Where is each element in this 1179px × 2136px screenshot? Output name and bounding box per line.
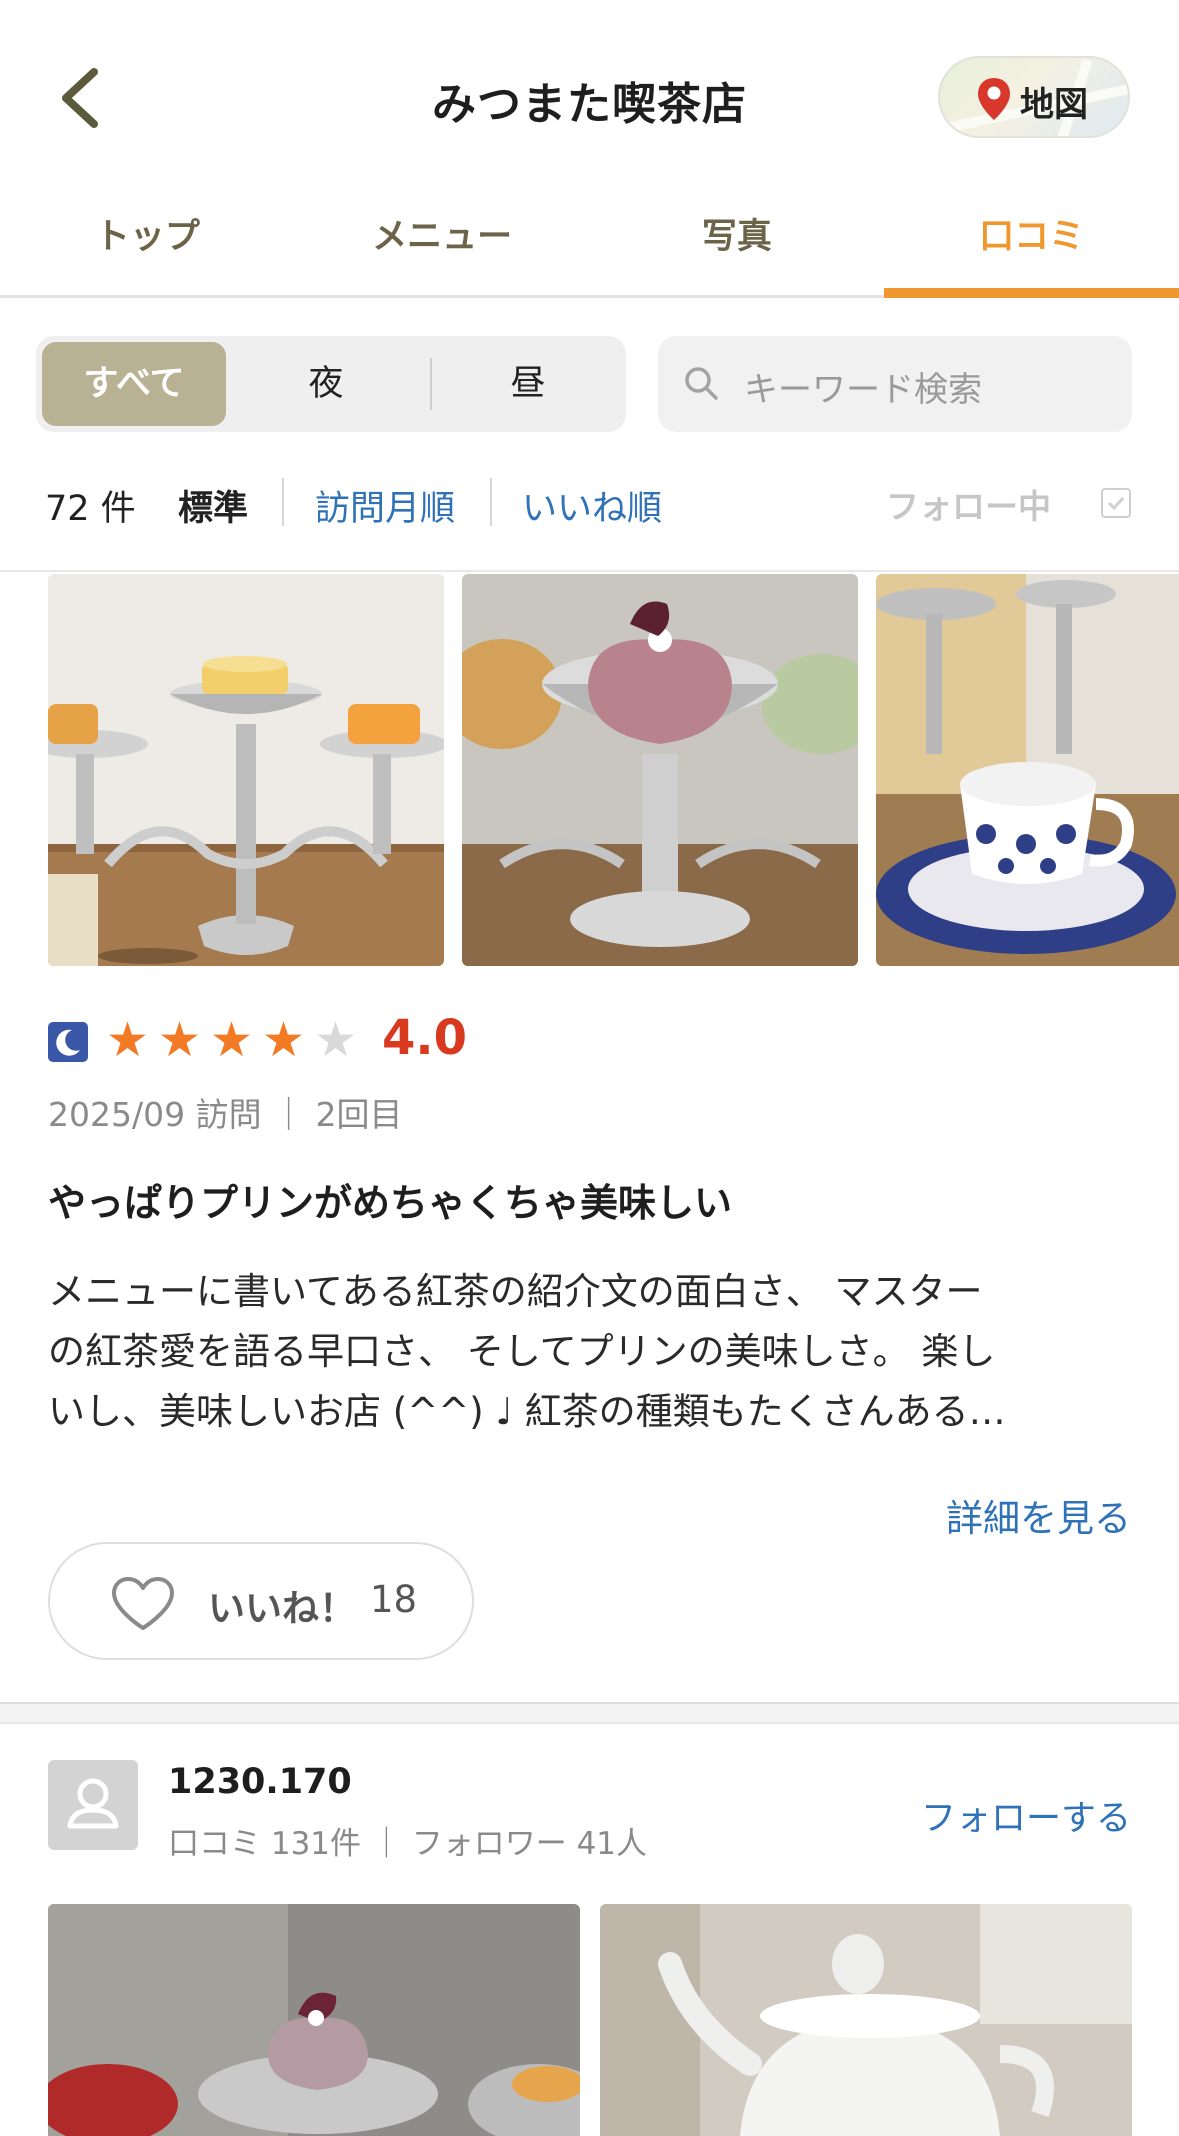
reviewer-meta: 口コミ 131件 ｜ フォロワー 41人: [168, 1826, 648, 1862]
following-filter-label[interactable]: フォロー中: [886, 480, 1051, 528]
sort-standard[interactable]: 標準: [178, 480, 248, 531]
tab-reviews[interactable]: 口コミ: [884, 180, 1179, 298]
review-photo-2[interactable]: [462, 574, 858, 966]
review-photo-5[interactable]: [600, 1904, 1132, 2136]
user-icon: [67, 1778, 119, 1829]
review-body-line: いし、美味しいお店 (^^) ♩ 紅茶の種類もたくさんある…: [48, 1390, 1006, 1433]
avatar[interactable]: [48, 1760, 138, 1850]
review-body-line: の紅茶愛を語る早口さ、 そしてプリンの美味しさ。 楽し: [48, 1330, 996, 1373]
sort-likes[interactable]: いいね順: [522, 480, 662, 531]
time-filter-segmented: すべて 夜 昼: [36, 336, 626, 432]
review-body[interactable]: メニューに書いてある紅茶の紹介文の面白さ、 マスター の紅茶愛を語る早口さ、 そ…: [48, 1262, 1133, 1442]
segment-divider: [430, 358, 432, 410]
review-body-line: メニューに書いてある紅茶の紹介文の面白さ、 マスター: [48, 1270, 983, 1313]
header: みつまた喫茶店 地図: [0, 0, 1179, 180]
review-count: 72 件: [45, 489, 136, 529]
moon-icon: [48, 1022, 88, 1062]
map-pin-icon: [978, 78, 1010, 120]
segment-day[interactable]: 昼: [436, 342, 620, 426]
tab-bar: トップ メニュー 写真 口コミ: [0, 180, 1179, 298]
like-button[interactable]: いいね！ 18: [48, 1542, 474, 1660]
like-count: 18: [370, 1578, 418, 1621]
divider: [0, 570, 1179, 572]
map-button[interactable]: 地図: [938, 56, 1130, 138]
view-details-link[interactable]: 詳細を見る: [946, 1488, 1131, 1542]
sort-divider: [490, 478, 492, 526]
follow-button[interactable]: フォローする: [921, 1790, 1131, 1841]
sort-divider: [282, 478, 284, 526]
like-label: いいね！: [208, 1587, 356, 1630]
tab-photos[interactable]: 写真: [590, 180, 885, 295]
keyword-search-input[interactable]: キーワード検索: [658, 336, 1132, 432]
heart-icon: [112, 1577, 174, 1630]
star-filled-icon: ★: [106, 1012, 150, 1068]
segment-all[interactable]: すべて: [42, 342, 226, 426]
star-filled-icon: ★: [158, 1012, 202, 1068]
check-icon: [1107, 496, 1125, 511]
segment-night[interactable]: 夜: [232, 342, 420, 426]
search-icon: [685, 367, 718, 400]
visit-info: 2025/09 訪問 ｜ 2回目: [48, 1095, 403, 1134]
tab-top[interactable]: トップ: [0, 180, 295, 295]
review-title[interactable]: やっぱりプリンがめちゃくちゃ美味しい: [48, 1172, 732, 1227]
review-photo-1[interactable]: [48, 574, 444, 966]
star-filled-icon: ★: [262, 1012, 306, 1068]
reviewer-name[interactable]: 1230.170: [168, 1762, 352, 1802]
tab-menu[interactable]: メニュー: [295, 180, 590, 295]
review-photo-3[interactable]: [876, 574, 1179, 966]
sort-row: 72 件 標準 訪問月順 いいね順 フォロー中: [0, 474, 1179, 574]
section-separator: [0, 1702, 1179, 1724]
rating-score: 4.0: [382, 1010, 468, 1066]
map-label: 地図: [1020, 85, 1088, 125]
search-placeholder: キーワード検索: [744, 370, 982, 410]
sort-visit-month[interactable]: 訪問月順: [315, 480, 455, 531]
star-filled-icon: ★: [210, 1012, 254, 1068]
review-photo-4[interactable]: [48, 1904, 580, 2136]
following-checkbox[interactable]: [1101, 488, 1131, 518]
star-empty-icon: ★: [314, 1012, 358, 1068]
